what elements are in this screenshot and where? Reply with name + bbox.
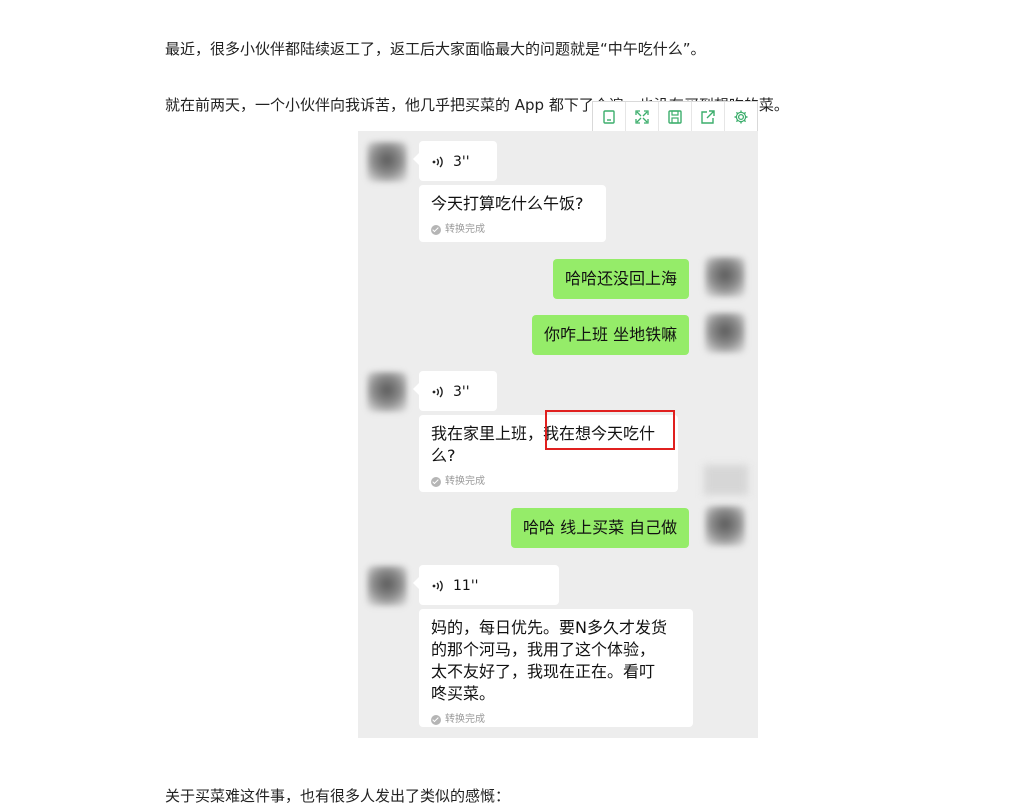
check-circle-icon [431, 225, 441, 235]
avatar-left [367, 142, 407, 182]
avatar-left [367, 566, 407, 606]
transcription-bubble: 今天打算吃什么午饭? 转换完成 [419, 185, 606, 242]
transcription-text: 妈的，每日优先。要N多久才发货 的那个河马，我用了这个体验， 太不友好了，我现在… [431, 618, 667, 703]
fullscreen-icon [635, 110, 649, 124]
settings-button[interactable] [725, 102, 757, 132]
share-button[interactable] [692, 102, 725, 132]
outgoing-message[interactable]: 哈哈还没回上海 [553, 259, 690, 299]
red-highlight-box [545, 410, 675, 450]
voice-wave-icon [432, 386, 443, 398]
avatar-left [367, 372, 407, 412]
transcription-status: 转换完成 [445, 476, 485, 487]
voice-message[interactable]: 3'' [413, 141, 497, 181]
blurred-patch [704, 465, 748, 495]
check-circle-icon [431, 477, 441, 487]
article-paragraph-3: 关于买菜难这件事，也有很多人发出了类似的感慨： [165, 787, 511, 805]
image-toolbar [592, 101, 758, 133]
voice-wave-icon [432, 156, 443, 168]
settings-gear-icon [734, 110, 748, 124]
copy-button[interactable] [593, 102, 626, 132]
transcription-status: 转换完成 [445, 224, 485, 235]
fullscreen-button[interactable] [626, 102, 659, 132]
voice-message[interactable]: 3'' [413, 371, 497, 411]
avatar-right [705, 257, 745, 297]
save-button[interactable] [659, 102, 692, 132]
transcription-text: 今天打算吃什么午饭? [431, 194, 584, 213]
outgoing-message[interactable]: 你咋上班 坐地铁嘛 [532, 315, 690, 355]
voice-duration: 3'' [453, 154, 470, 170]
save-icon [668, 110, 682, 124]
copy-icon [603, 110, 615, 124]
avatar-right [705, 313, 745, 353]
avatar-right [705, 506, 745, 546]
voice-wave-icon [432, 580, 443, 592]
voice-message[interactable]: 11'' [413, 565, 559, 605]
transcription-bubble: 妈的，每日优先。要N多久才发货 的那个河马，我用了这个体验， 太不友好了，我现在… [419, 609, 693, 727]
outgoing-message[interactable]: 哈哈 线上买菜 自己做 [511, 508, 690, 548]
article-paragraph-1: 最近，很多小伙伴都陆续返工了，返工后大家面临最大的问题就是“中午吃什么”。 [165, 40, 706, 58]
voice-duration: 11'' [453, 578, 479, 594]
share-icon [701, 110, 715, 124]
check-circle-icon [431, 715, 441, 725]
voice-duration: 3'' [453, 384, 470, 400]
transcription-status: 转换完成 [445, 714, 485, 725]
